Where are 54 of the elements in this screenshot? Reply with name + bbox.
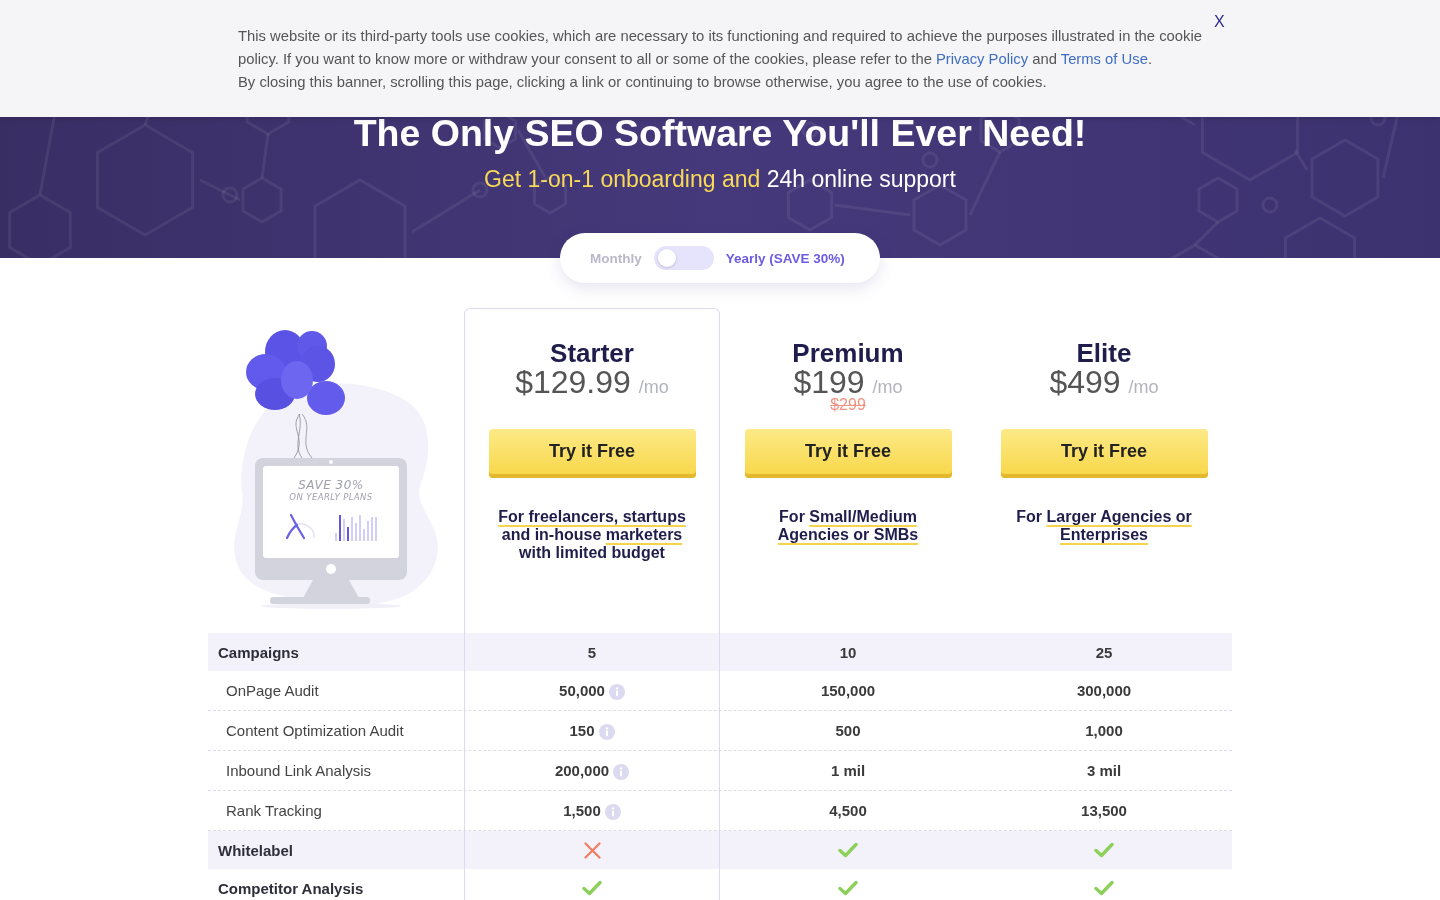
- feature-value: 13,500: [1081, 802, 1127, 819]
- cookie-notice-text: This website or its third-party tools use cookies, which are necessary to its functioning and required to achieve the purposes illustrated in the cookie policy. If you want to know more or withdraw your consent to all or some of the cookies, please refer to the Privacy Policy and Terms of Use.: [238, 27, 1203, 69]
- feature-value: 150: [569, 722, 595, 739]
- feature-value: 25: [1095, 643, 1113, 661]
- plan-price: $499: [1049, 364, 1121, 400]
- gauge-icon: [285, 513, 315, 540]
- screen-caption: ON YEARLY PLANS: [289, 492, 373, 503]
- feature-value: 500: [835, 722, 861, 739]
- feature-value: 5: [587, 643, 597, 661]
- billing-option[interactable]: Yearly (SAVE 30%): [725, 250, 845, 266]
- info-icon[interactable]: [604, 803, 621, 820]
- plan-name: Elite: [1075, 339, 1133, 367]
- price-period: /mo: [1128, 377, 1159, 397]
- hero-subtitle: Get 1-on-1 onboarding and 24h online support: [483, 165, 957, 194]
- feature-value: 1 mil: [830, 762, 866, 779]
- feature-value: 1,000: [1085, 722, 1123, 739]
- price-period: /mo: [638, 377, 669, 397]
- price-period: /mo: [872, 377, 903, 397]
- feature-name: Competitor Analysis: [218, 879, 364, 897]
- info-icon[interactable]: [598, 723, 615, 740]
- feature-name: Content Optimization Audit: [226, 722, 404, 739]
- feature-name: Inbound Link Analysis: [226, 762, 372, 779]
- plan-name: Starter: [549, 339, 635, 367]
- screen-caption: SAVE 30%: [298, 478, 364, 492]
- plan-name: Premium: [791, 339, 905, 367]
- feature-value: 1,500: [563, 802, 601, 819]
- info-icon[interactable]: [608, 683, 625, 700]
- feature-name: Whitelabel: [218, 841, 293, 859]
- feature-name: Campaigns: [218, 643, 299, 661]
- plan-price: $129.99: [515, 364, 631, 400]
- plan-description: For Larger Agencies or Enterprises: [1016, 508, 1192, 544]
- feature-value: 50,000: [559, 682, 605, 699]
- feature-value: 300,000: [1076, 682, 1132, 699]
- feature-name: Rank Tracking: [226, 802, 322, 819]
- try-free-button[interactable]: Try it Free: [744, 429, 952, 478]
- plan-description: For Small/Medium Agencies or SMBs: [777, 508, 919, 544]
- feature-value: 3 mil: [1086, 762, 1122, 779]
- cookie-notice-text: By closing this banner, scrolling this page, clicking a link or continuing to browse otherwise, you agree to the use of cookies.: [238, 73, 1048, 92]
- policy-link[interactable]: Terms of Use: [1060, 51, 1148, 67]
- close-button[interactable]: X: [1210, 11, 1229, 33]
- toggle-switch[interactable]: [653, 246, 714, 270]
- feature-value: 200,000: [554, 762, 610, 779]
- try-free-button[interactable]: Try it Free: [1000, 429, 1208, 478]
- feature-value: 150,000: [820, 682, 876, 699]
- feature-value: 4,500: [829, 802, 867, 819]
- plan-description: For freelancers, startups and in-house marketers with limited budget: [498, 508, 686, 562]
- bar-chart-icon: [333, 513, 377, 541]
- try-free-button[interactable]: Try it Free: [488, 429, 696, 478]
- old-price: $299: [830, 396, 866, 413]
- policy-link[interactable]: Privacy Policy: [936, 51, 1029, 67]
- feature-name: OnPage Audit: [226, 682, 319, 699]
- hero-title: The Only SEO Software You'll Ever Need!: [352, 111, 1088, 156]
- feature-value: 10: [839, 643, 857, 661]
- info-icon[interactable]: [613, 763, 630, 780]
